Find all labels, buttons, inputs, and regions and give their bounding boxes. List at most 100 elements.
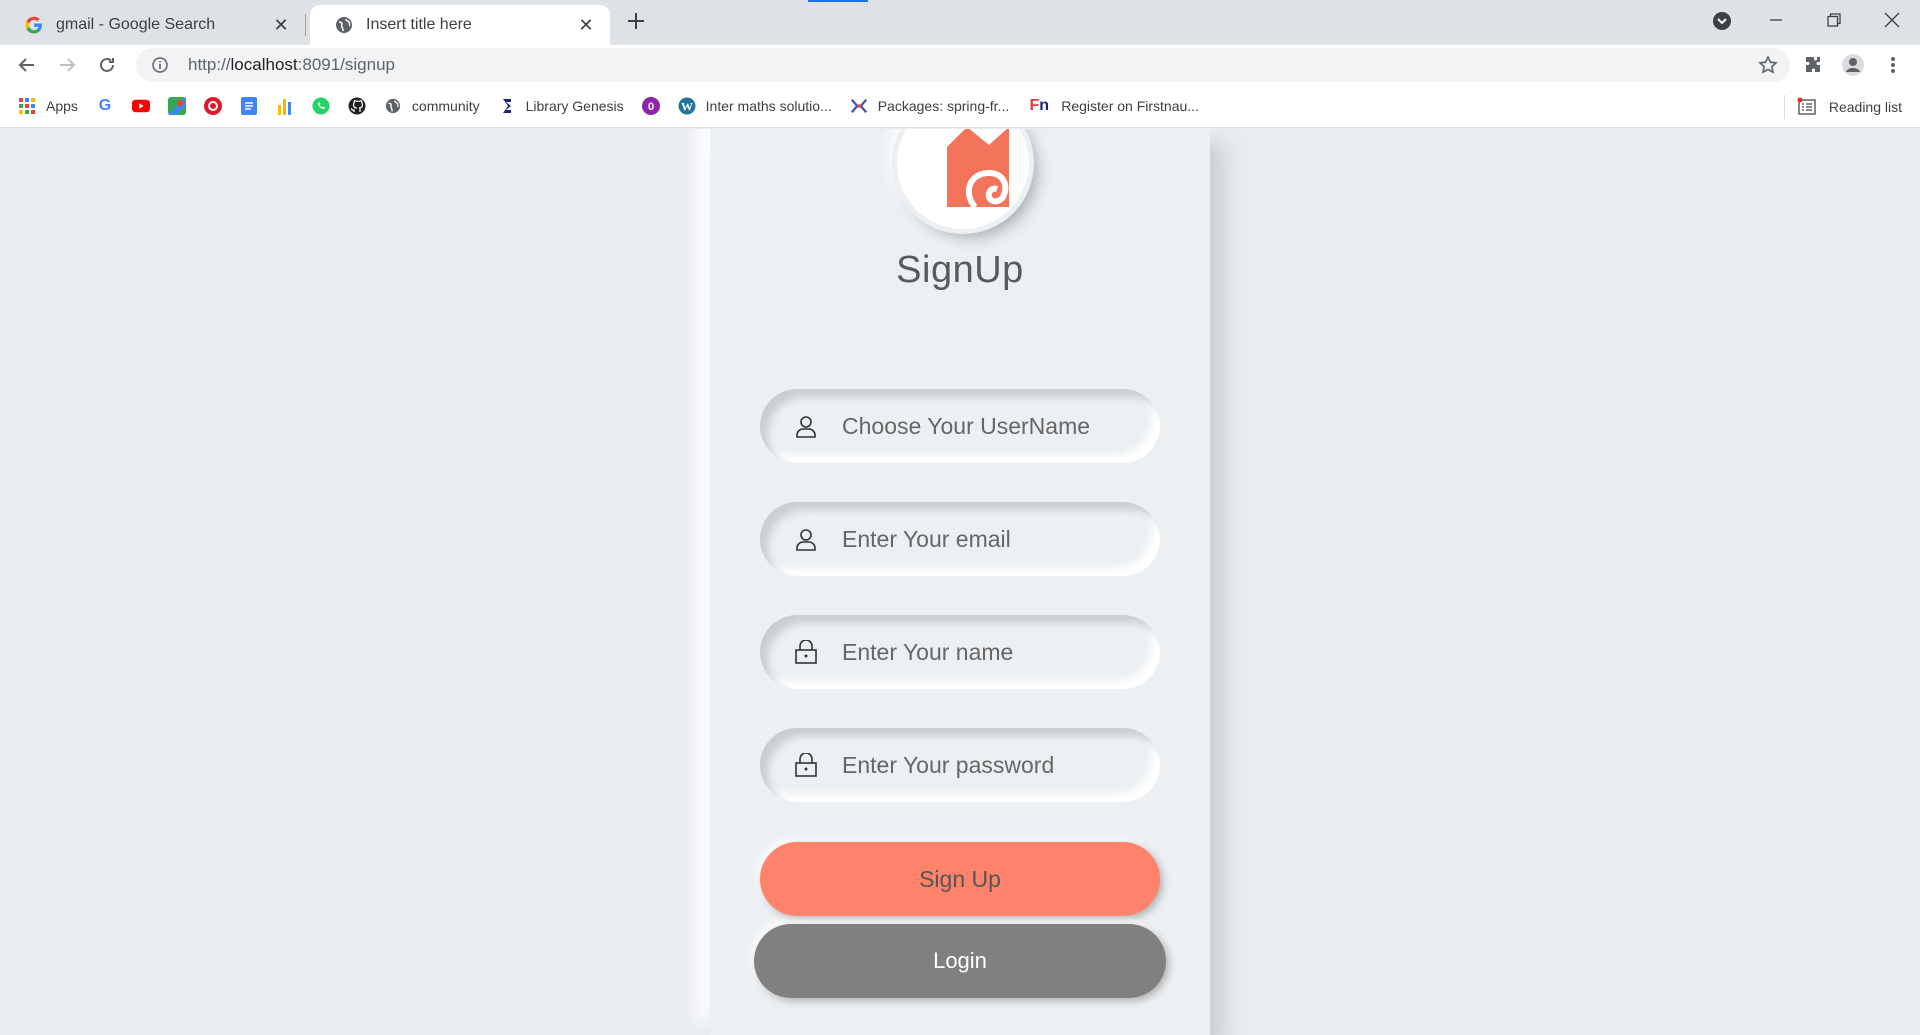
globe-icon: [384, 97, 402, 115]
bookmarks-bar: Apps G community Library Genesis 0 W Int…: [0, 85, 1920, 128]
restore-button[interactable]: [1806, 0, 1862, 40]
loading-indicator: [808, 0, 868, 2]
user-icon: [794, 414, 818, 438]
reload-button[interactable]: [91, 49, 123, 81]
page-content: SignUp Sign Up Login: [0, 129, 1920, 1035]
bookmark-youtube[interactable]: [131, 97, 150, 115]
chevron-down-circle-icon: [1713, 12, 1731, 30]
youtube-icon: [131, 97, 150, 115]
lock-icon: [794, 752, 818, 777]
bookmark-label: Inter maths solutio...: [705, 98, 832, 114]
bookmark-label: Apps: [46, 98, 78, 114]
reading-list-button[interactable]: Reading list: [1783, 85, 1902, 128]
minimize-icon: [1770, 19, 1782, 21]
extensions-button[interactable]: [1797, 49, 1829, 81]
bookmark-maps[interactable]: [167, 97, 186, 115]
globe-icon: [334, 15, 354, 35]
username-input[interactable]: [842, 389, 1160, 463]
new-tab-button[interactable]: [622, 7, 650, 35]
purple-badge-icon: 0: [641, 97, 660, 115]
user-icon: [794, 527, 818, 551]
close-tab-icon[interactable]: ✕: [271, 15, 291, 36]
tab-strip: gmail - Google Search ✕ Insert title her…: [0, 0, 1920, 45]
arrow-left-icon: [18, 58, 34, 72]
bookmark-docs[interactable]: [240, 97, 258, 115]
puzzle-icon: [1806, 57, 1820, 72]
firstnaukri-icon: Fn: [1029, 97, 1050, 114]
google-icon: G: [98, 97, 112, 114]
restore-icon: [1827, 13, 1841, 27]
tab-title: gmail - Google Search: [56, 16, 216, 33]
bookmark-firstnaukri[interactable]: Fn Register on Firstnau...: [1027, 97, 1199, 115]
bookmark-star-icon[interactable]: [1758, 55, 1778, 75]
plus-icon: [628, 13, 644, 29]
whatsapp-icon: [312, 97, 330, 115]
bookmark-label: Register on Firstnau...: [1061, 98, 1199, 114]
url-text: http://localhost:8091/signup: [188, 55, 396, 74]
github-icon: [348, 97, 366, 115]
close-window-button[interactable]: [1864, 0, 1920, 40]
bookmark-whatsapp[interactable]: [312, 97, 330, 115]
svg-text:0: 0: [648, 101, 654, 113]
password-input[interactable]: [842, 728, 1160, 802]
name-input[interactable]: [842, 615, 1160, 689]
bookmark-packages-spring[interactable]: Packages: spring-fr...: [850, 97, 1010, 115]
wordpress-icon: W: [678, 97, 696, 115]
email-field: [760, 502, 1160, 576]
fox-logo-icon: [897, 129, 1029, 229]
bookmark-community[interactable]: community: [384, 97, 480, 115]
tab-separator: [305, 14, 306, 36]
svg-text:W: W: [681, 100, 693, 114]
password-field: [760, 728, 1160, 802]
red-circle-icon: [203, 97, 222, 115]
menu-button[interactable]: [1877, 49, 1909, 81]
reading-list-icon: [1797, 97, 1817, 117]
profile-button[interactable]: [1837, 49, 1869, 81]
info-icon[interactable]: [152, 56, 170, 74]
kebab-menu-icon: [1891, 57, 1895, 73]
package-icon: [850, 97, 868, 115]
close-icon: [1884, 12, 1900, 28]
bookmark-apps[interactable]: Apps: [18, 97, 78, 115]
bookmark-google[interactable]: G: [96, 97, 114, 115]
reload-icon: [100, 57, 114, 72]
close-tab-icon[interactable]: ✕: [576, 15, 596, 36]
bookmark-github[interactable]: [348, 97, 366, 115]
signup-button[interactable]: Sign Up: [760, 842, 1160, 916]
address-bar[interactable]: http://localhost:8091/signup: [136, 48, 1790, 82]
login-button[interactable]: Login: [754, 924, 1166, 998]
bookmark-library-genesis[interactable]: Library Genesis: [498, 97, 624, 115]
bookmark-analytics[interactable]: [276, 97, 294, 115]
reading-list-label: Reading list: [1828, 98, 1902, 115]
analytics-icon: [276, 97, 294, 115]
arrow-right-icon: [60, 58, 76, 72]
bookmark-inter-maths[interactable]: W Inter maths solutio...: [678, 97, 832, 115]
tab-title: Insert title here: [366, 16, 472, 33]
browser-toolbar: http://localhost:8091/signup: [0, 45, 1920, 85]
bookmark-label: Packages: spring-fr...: [877, 98, 1010, 114]
signup-card: SignUp Sign Up Login: [710, 129, 1210, 1035]
divider: [1783, 94, 1785, 119]
email-input[interactable]: [842, 502, 1160, 576]
bookmark-label: community: [411, 98, 480, 114]
forward-button[interactable]: [51, 49, 83, 81]
name-field: [760, 615, 1160, 689]
lock-icon: [794, 639, 818, 664]
docs-icon: [240, 97, 258, 115]
maps-icon: [167, 97, 186, 115]
bookmark-purple-badge[interactable]: 0: [641, 97, 660, 115]
app-logo: [897, 129, 1029, 229]
minimize-button[interactable]: [1748, 0, 1804, 40]
library-icon: [498, 97, 516, 115]
tab-gmail-search[interactable]: gmail - Google Search ✕: [0, 5, 305, 45]
apps-grid-icon: [18, 97, 36, 115]
tab-insert-title[interactable]: Insert title here ✕: [310, 5, 610, 45]
back-button[interactable]: [11, 49, 43, 81]
bookmark-label: Library Genesis: [525, 98, 624, 114]
google-g-icon: [24, 15, 44, 35]
avatar-icon: [1842, 54, 1864, 76]
page-title: SignUp: [896, 249, 1024, 291]
bookmark-red-circle[interactable]: [203, 97, 222, 115]
username-field: [760, 389, 1160, 463]
tab-search-button[interactable]: [1710, 9, 1734, 33]
